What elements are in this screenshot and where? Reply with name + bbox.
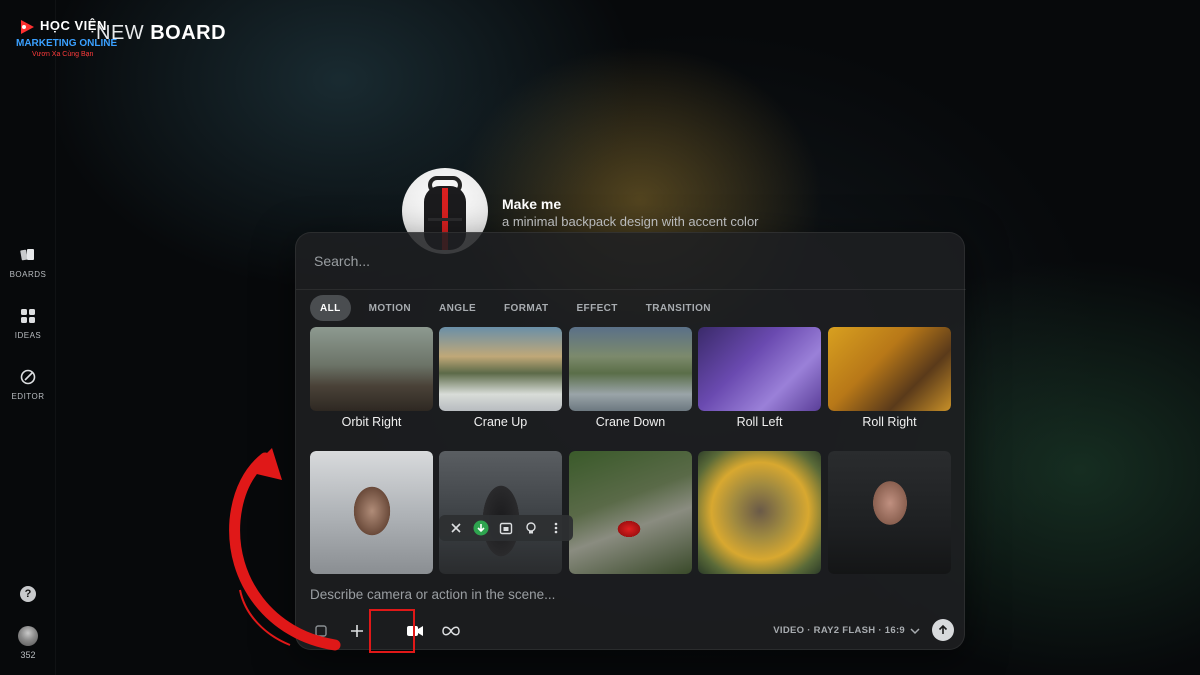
brand-line3: Vươn Xa Cùng Bạn (32, 51, 94, 58)
lightbulb-icon[interactable] (522, 519, 540, 537)
sidebar-item-label: EDITOR (11, 392, 45, 401)
preset-thumbnail (569, 327, 692, 411)
help-button[interactable]: ? (0, 586, 56, 602)
model-label: VIDEO · RAY2 FLASH · 16:9 (773, 625, 905, 636)
preset-thumbnail (698, 451, 821, 574)
loop-icon[interactable] (440, 620, 462, 642)
preset-thumbnail (439, 451, 562, 574)
tab-format[interactable]: FORMAT (494, 295, 558, 321)
preset-label: Crane Up (473, 415, 528, 429)
model-selector[interactable]: VIDEO · RAY2 FLASH · 16:9 (773, 625, 920, 636)
tab-effect[interactable]: EFFECT (566, 295, 627, 321)
sidebar-item-boards[interactable]: BOARDS (0, 246, 56, 279)
more-vertical-icon[interactable] (547, 519, 565, 537)
tab-angle[interactable]: ANGLE (429, 295, 486, 321)
preset-label: Roll Left (736, 415, 783, 429)
attach-icon[interactable] (310, 620, 332, 642)
preset-thumbnail (569, 451, 692, 574)
credits-count: 352 (20, 650, 36, 660)
tab-all[interactable]: ALL (310, 295, 351, 321)
preset-grid: Orbit Right Crane Up Crane Down Roll Lef… (296, 327, 966, 581)
sidebar-item-label: BOARDS (9, 270, 47, 279)
prompt-subtitle: a minimal backpack design with accent co… (502, 214, 759, 229)
user-profile[interactable]: 352 (0, 626, 56, 660)
preset-thumbnail (698, 327, 821, 411)
filter-tabs: ALL MOTION ANGLE FORMAT EFFECT TRANSITIO… (310, 295, 721, 321)
sidebar-item-editor[interactable]: EDITOR (0, 368, 56, 401)
video-button-highlight[interactable] (369, 609, 415, 653)
sidebar: BOARDS IDEAS EDITOR (0, 0, 56, 675)
preset-roll-right[interactable] (828, 327, 951, 411)
preset-video-4[interactable] (698, 451, 821, 574)
preset-video-1[interactable] (310, 451, 433, 574)
sparkle-icon[interactable] (346, 620, 368, 642)
search-input[interactable] (296, 233, 966, 289)
divider (296, 289, 966, 290)
sidebar-item-ideas[interactable]: IDEAS (0, 307, 56, 340)
preset-thumbnail (439, 327, 562, 411)
send-button[interactable] (932, 619, 954, 641)
add-to-board-icon[interactable] (497, 519, 515, 537)
preset-orbit-right[interactable] (310, 327, 433, 411)
tab-motion[interactable]: MOTION (359, 295, 421, 321)
preset-video-3[interactable] (569, 451, 692, 574)
tab-transition[interactable]: TRANSITION (636, 295, 721, 321)
hover-toolbar (439, 515, 573, 541)
preset-video-2[interactable] (439, 451, 562, 574)
ideas-icon (21, 309, 35, 323)
preset-video-5[interactable] (828, 451, 951, 574)
preset-thumbnail (310, 327, 433, 411)
editor-icon (20, 369, 36, 385)
preset-label: Roll Right (862, 415, 917, 429)
arrow-up-icon (938, 624, 948, 634)
play-logo-icon (21, 20, 34, 34)
preset-roll-left[interactable] (698, 327, 821, 411)
avatar (18, 626, 38, 646)
preset-thumbnail (828, 451, 951, 574)
camera-preset-panel: ALL MOTION ANGLE FORMAT EFFECT TRANSITIO… (295, 232, 966, 653)
sidebar-item-label: IDEAS (14, 331, 42, 340)
prompt-card[interactable]: Make me a minimal backpack design with a… (402, 168, 782, 254)
preset-crane-up[interactable] (439, 327, 562, 411)
page-title[interactable]: NEW BOARD (96, 22, 226, 45)
download-icon[interactable] (472, 519, 490, 537)
close-icon[interactable] (447, 519, 465, 537)
prompt-title: Make me (502, 196, 562, 212)
preset-label: Orbit Right (341, 415, 402, 429)
preset-thumbnail (310, 451, 433, 574)
help-icon: ? (20, 586, 36, 602)
preset-thumbnail (828, 327, 951, 411)
boards-icon (20, 249, 34, 261)
preset-crane-down[interactable] (569, 327, 692, 411)
chevron-down-icon (910, 627, 920, 634)
scene-description-input[interactable] (310, 583, 910, 605)
preset-label: Crane Down (595, 415, 666, 429)
